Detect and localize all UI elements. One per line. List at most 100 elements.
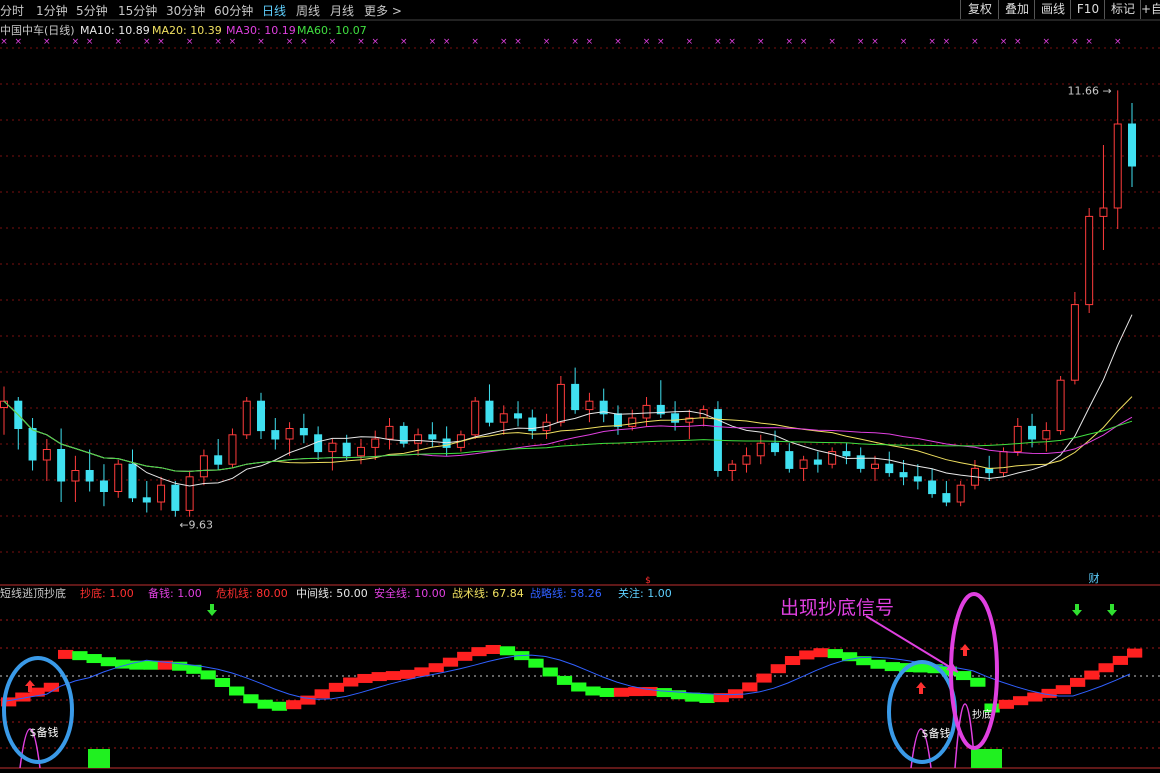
sub-legend-0: 短线逃顶抄底 bbox=[0, 586, 66, 600]
top-marker: × bbox=[43, 37, 51, 47]
top-marker: × bbox=[357, 37, 365, 47]
highlight-circle-right bbox=[887, 660, 957, 764]
candle-body-53 bbox=[756, 442, 765, 457]
indicator-step-68 bbox=[970, 677, 986, 687]
top-marker: × bbox=[143, 37, 151, 47]
indicator-step-70 bbox=[998, 699, 1014, 709]
candle-body-57 bbox=[813, 459, 822, 465]
top-marker: × bbox=[186, 37, 194, 47]
sub-legend-5: 安全线: 10.00 bbox=[374, 586, 446, 600]
candle-body-70 bbox=[999, 451, 1008, 474]
top-marker: × bbox=[857, 37, 865, 47]
candle-body-21 bbox=[299, 428, 308, 436]
indicator-step-46 bbox=[656, 688, 672, 698]
candle-body-47 bbox=[671, 413, 680, 423]
top-marker: × bbox=[329, 37, 337, 47]
top-marker: × bbox=[571, 37, 579, 47]
candle-body-9 bbox=[128, 463, 137, 499]
indicator-step-67 bbox=[955, 671, 972, 681]
candle-body-10 bbox=[142, 497, 151, 503]
sub-legend-8: 关注: 1.00 bbox=[618, 586, 672, 600]
ma20-line bbox=[3, 396, 1133, 472]
candle-body-79 bbox=[1128, 123, 1136, 167]
candle-body-34 bbox=[485, 400, 494, 423]
indicator-step-32 bbox=[457, 651, 473, 661]
dollar-marker: $ bbox=[645, 576, 651, 586]
indicator-step-48 bbox=[685, 692, 701, 702]
candle-body-61 bbox=[870, 463, 879, 469]
indicator-step-19 bbox=[271, 701, 288, 711]
indicator-step-72 bbox=[1027, 692, 1043, 702]
sub-legend-2: 备钱: 1.00 bbox=[148, 586, 202, 600]
up-arrow-2 bbox=[960, 644, 970, 656]
candle-body-15 bbox=[214, 455, 223, 465]
sub-legend-4: 中间线: 50.00 bbox=[296, 586, 368, 600]
top-marker: × bbox=[257, 37, 265, 47]
top-marker: × bbox=[828, 37, 836, 47]
indicator-step-27 bbox=[385, 671, 402, 681]
top-marker: × bbox=[286, 37, 294, 47]
top-marker: × bbox=[114, 37, 122, 47]
top-marker: × bbox=[443, 37, 451, 47]
indicator-step-30 bbox=[428, 663, 444, 673]
low-price-label: ←9.63 bbox=[179, 519, 213, 532]
candle-body-36 bbox=[514, 413, 523, 419]
indicator-step-15 bbox=[214, 678, 231, 688]
indicator-step-56 bbox=[799, 650, 815, 660]
indicator-step-3 bbox=[43, 682, 60, 692]
indicator-step-23 bbox=[328, 682, 345, 692]
top-marker: × bbox=[928, 37, 936, 47]
candle-body-69 bbox=[985, 467, 994, 474]
candle-body-2 bbox=[28, 428, 37, 461]
down-arrow-1 bbox=[1072, 604, 1082, 616]
main-legend-4: MA60: 10.07 bbox=[297, 24, 367, 37]
candle-body-41 bbox=[585, 400, 594, 411]
candle-body-14 bbox=[199, 455, 208, 478]
candle-body-26 bbox=[371, 438, 380, 448]
indicator-step-5 bbox=[72, 651, 88, 661]
highlight-circle-left bbox=[2, 656, 74, 764]
indicator-step-39 bbox=[556, 675, 573, 685]
candle-body-39 bbox=[556, 383, 565, 423]
sub-legend-3: 危机线: 80.00 bbox=[216, 586, 288, 600]
main-legend-3: MA30: 10.19 bbox=[226, 24, 296, 37]
indicator-step-77 bbox=[1098, 663, 1114, 673]
chaodi-label: 抄底 bbox=[972, 708, 992, 721]
top-marker: × bbox=[714, 37, 722, 47]
indicator-step-76 bbox=[1084, 670, 1100, 680]
indicator-step-28 bbox=[400, 669, 416, 679]
candle-body-45 bbox=[642, 404, 651, 419]
indicator-step-6 bbox=[86, 654, 102, 664]
indicator-step-54 bbox=[770, 664, 786, 674]
top-marker: × bbox=[728, 37, 736, 47]
indicator-step-49 bbox=[699, 694, 715, 704]
candle-body-52 bbox=[742, 455, 751, 465]
top-marker: × bbox=[1014, 37, 1022, 47]
sub-legend-7: 战略线: 58.26 bbox=[530, 586, 602, 600]
indicator-step-37 bbox=[528, 658, 544, 668]
top-marker: × bbox=[471, 37, 479, 47]
candle-body-60 bbox=[856, 455, 865, 469]
candle-body-16 bbox=[228, 434, 237, 465]
ma30-line bbox=[3, 400, 1133, 472]
candle-body-56 bbox=[799, 459, 808, 469]
indicator-step-16 bbox=[229, 686, 245, 696]
candle-body-54 bbox=[771, 442, 780, 453]
candle-body-18 bbox=[257, 400, 266, 432]
main-legend-1: MA10: 10.89 bbox=[80, 24, 150, 37]
candle-body-64 bbox=[913, 476, 922, 482]
candle-body-19 bbox=[271, 430, 280, 440]
indicator-step-75 bbox=[1069, 677, 1086, 687]
candle-body-62 bbox=[885, 463, 894, 474]
indicator-step-53 bbox=[756, 673, 772, 683]
candle-body-66 bbox=[942, 493, 951, 503]
candle-body-25 bbox=[356, 446, 365, 457]
top-marker: × bbox=[0, 37, 8, 47]
candle-body-78 bbox=[1113, 123, 1122, 209]
indicator-step-57 bbox=[813, 648, 829, 658]
top-marker: × bbox=[1000, 37, 1008, 47]
indicator-step-22 bbox=[314, 689, 330, 699]
candle-body-73 bbox=[1042, 430, 1051, 440]
indicator-step-71 bbox=[1012, 696, 1029, 706]
indicator-step-31 bbox=[442, 657, 459, 667]
